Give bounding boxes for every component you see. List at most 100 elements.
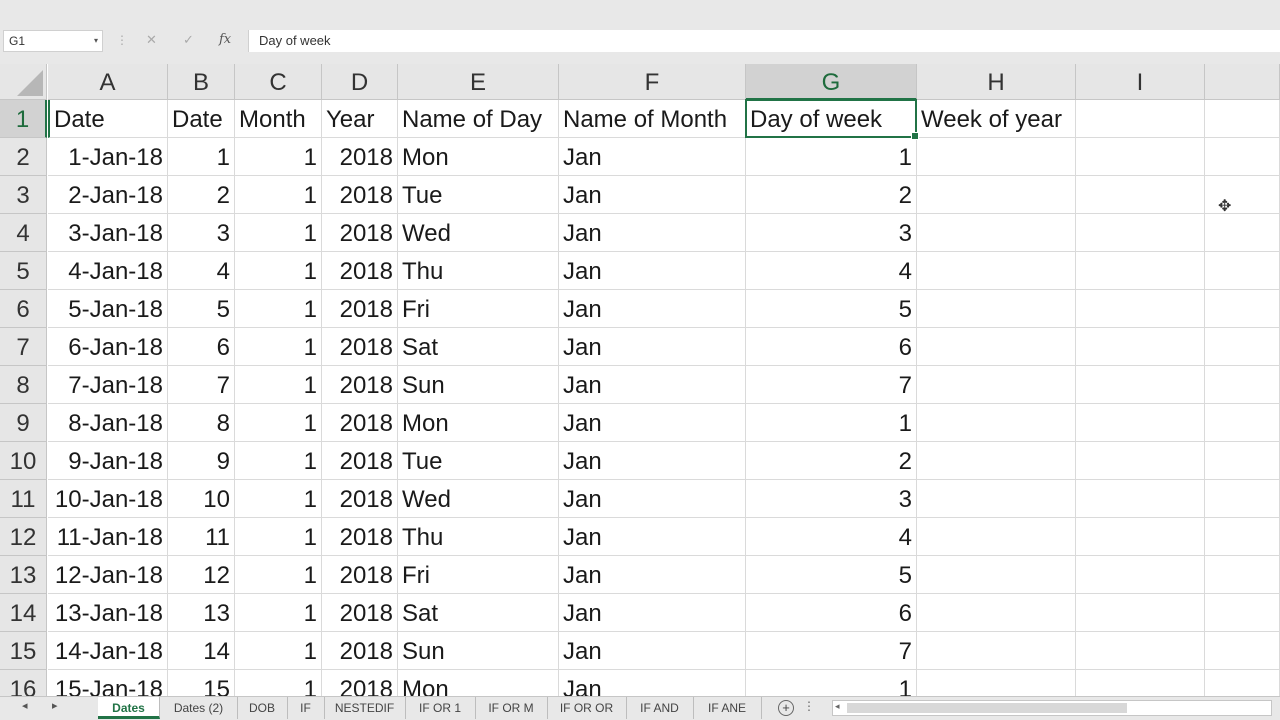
cell-e7[interactable]: Sat [398,328,559,366]
sheet-tab[interactable]: IF OR OR [547,697,627,719]
cell-h12[interactable] [917,518,1076,556]
row-header[interactable]: 11 [0,480,47,518]
cell-d8[interactable]: 2018 [322,366,398,404]
sheet-tab[interactable]: IF AND [626,697,694,719]
row-header[interactable]: 10 [0,442,47,480]
cell-d5[interactable]: 2018 [322,252,398,290]
add-sheet-icon[interactable]: + [778,700,794,716]
cell-h2[interactable] [917,138,1076,176]
cell-b10[interactable]: 9 [168,442,235,480]
cell-h7[interactable] [917,328,1076,366]
cell-overflow[interactable] [1205,442,1280,480]
cell-overflow[interactable] [1205,176,1280,214]
cell-e11[interactable]: Wed [398,480,559,518]
cell-f3[interactable]: Jan [559,176,746,214]
row-header[interactable]: 6 [0,290,47,328]
cell-d11[interactable]: 2018 [322,480,398,518]
cell-c7[interactable]: 1 [235,328,322,366]
cell-f8[interactable]: Jan [559,366,746,404]
cell-c9[interactable]: 1 [235,404,322,442]
cell-b8[interactable]: 7 [168,366,235,404]
row-header[interactable]: 15 [0,632,47,670]
scroll-left-icon[interactable]: ◂ [835,701,840,712]
cell-c14[interactable]: 1 [235,594,322,632]
cell-h14[interactable] [917,594,1076,632]
cell-c2[interactable]: 1 [235,138,322,176]
cell-overflow[interactable] [1205,100,1280,138]
cell-b11[interactable]: 10 [168,480,235,518]
enter-icon[interactable]: ✓ [183,32,194,48]
cell-d10[interactable]: 2018 [322,442,398,480]
cell-d3[interactable]: 2018 [322,176,398,214]
cell-i5[interactable] [1076,252,1205,290]
name-box[interactable]: G1 ▾ [3,30,103,52]
cell-h1[interactable]: Week of year [917,100,1076,138]
cell-f11[interactable]: Jan [559,480,746,518]
formula-input[interactable]: Day of week [248,30,1280,52]
column-header-g[interactable]: G [746,64,917,100]
cell-h15[interactable] [917,632,1076,670]
cell-d4[interactable]: 2018 [322,214,398,252]
cell-overflow[interactable] [1205,214,1280,252]
cell-d9[interactable]: 2018 [322,404,398,442]
cell-f2[interactable]: Jan [559,138,746,176]
cell-i8[interactable] [1076,366,1205,404]
cell-a13[interactable]: 12-Jan-18 [48,556,168,594]
cell-b3[interactable]: 2 [168,176,235,214]
cell-g14[interactable]: 6 [746,594,917,632]
cell-b5[interactable]: 4 [168,252,235,290]
sheet-tab[interactable]: DOB [237,697,288,719]
cell-h9[interactable] [917,404,1076,442]
cell-i13[interactable] [1076,556,1205,594]
select-all-corner[interactable] [0,64,47,100]
cell-i1[interactable] [1076,100,1205,138]
cell-c13[interactable]: 1 [235,556,322,594]
cell-e9[interactable]: Mon [398,404,559,442]
cell-e1[interactable]: Name of Day [398,100,559,138]
row-header[interactable]: 2 [0,138,47,176]
sheet-tab[interactable]: IF ANE [693,697,762,719]
cell-i15[interactable] [1076,632,1205,670]
cell-h6[interactable] [917,290,1076,328]
cell-overflow[interactable] [1205,632,1280,670]
cell-c3[interactable]: 1 [235,176,322,214]
cell-b6[interactable]: 5 [168,290,235,328]
cell-b2[interactable]: 1 [168,138,235,176]
cell-e8[interactable]: Sun [398,366,559,404]
cell-d14[interactable]: 2018 [322,594,398,632]
row-header[interactable]: 12 [0,518,47,556]
cell-b4[interactable]: 3 [168,214,235,252]
cell-b7[interactable]: 6 [168,328,235,366]
cell-i14[interactable] [1076,594,1205,632]
cell-b1[interactable]: Date [168,100,235,138]
column-header-h[interactable]: H [917,64,1076,100]
cell-overflow[interactable] [1205,518,1280,556]
cell-f12[interactable]: Jan [559,518,746,556]
cell-i6[interactable] [1076,290,1205,328]
cell-i10[interactable] [1076,442,1205,480]
column-header-c[interactable]: C [235,64,322,100]
cell-h8[interactable] [917,366,1076,404]
cell-i2[interactable] [1076,138,1205,176]
cell-d15[interactable]: 2018 [322,632,398,670]
sheet-tab[interactable]: Dates (2) [160,697,238,719]
cell-overflow[interactable] [1205,594,1280,632]
cell-a7[interactable]: 6-Jan-18 [48,328,168,366]
cell-a3[interactable]: 2-Jan-18 [48,176,168,214]
cell-b14[interactable]: 13 [168,594,235,632]
cell-a11[interactable]: 10-Jan-18 [48,480,168,518]
sheet-tab[interactable]: IF OR M [475,697,548,719]
cell-e13[interactable]: Fri [398,556,559,594]
row-header[interactable]: 9 [0,404,47,442]
cancel-icon[interactable]: ✕ [146,32,157,48]
column-header-f[interactable]: F [559,64,746,100]
cell-a2[interactable]: 1-Jan-18 [48,138,168,176]
cell-overflow[interactable] [1205,252,1280,290]
cell-c5[interactable]: 1 [235,252,322,290]
cell-a15[interactable]: 14-Jan-18 [48,632,168,670]
cell-f13[interactable]: Jan [559,556,746,594]
cell-h13[interactable] [917,556,1076,594]
cell-overflow[interactable] [1205,290,1280,328]
cell-a14[interactable]: 13-Jan-18 [48,594,168,632]
cell-c12[interactable]: 1 [235,518,322,556]
